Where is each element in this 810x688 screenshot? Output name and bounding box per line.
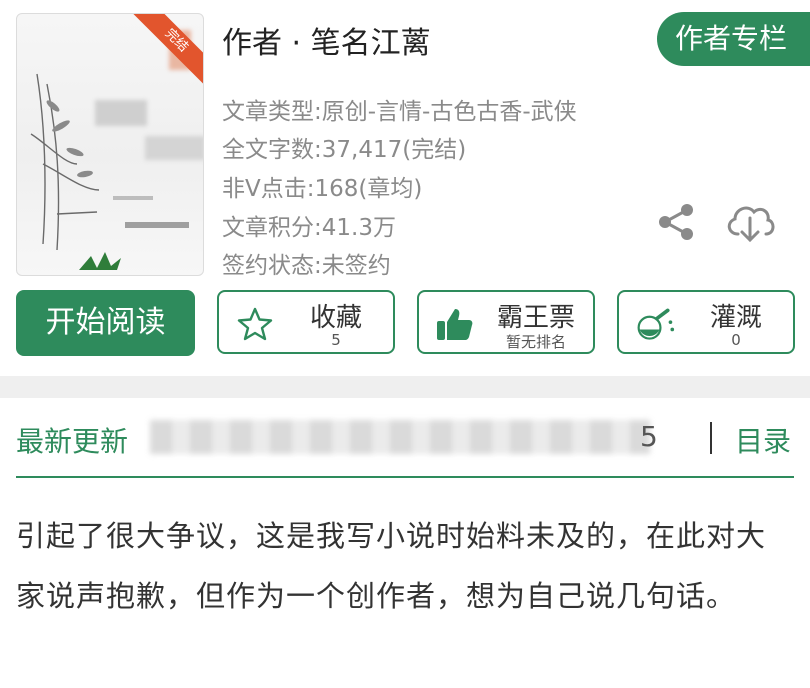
cloud-download-icon[interactable] xyxy=(724,200,776,244)
star-icon xyxy=(237,307,273,341)
water-button[interactable]: 灌溉 0 xyxy=(617,290,795,354)
meta-score: 文章积分:41.3万 xyxy=(222,215,396,241)
meta-genre: 文章类型:原创-言情-古色古香-武侠 xyxy=(222,99,577,125)
cover-blur-patch xyxy=(145,136,203,160)
share-icon[interactable] xyxy=(657,202,697,242)
synopsis-text: 引起了很大争议，这是我写小说时始料未及的，在此对大家说声抱歉，但作为一个创作者，… xyxy=(16,519,767,613)
favorite-button[interactable]: 收藏 5 xyxy=(217,290,395,354)
underline xyxy=(16,476,794,478)
favorite-count: 5 xyxy=(331,331,341,349)
ticket-button[interactable]: 霸王票 暂无排名 xyxy=(417,290,595,354)
meta-contract: 签约状态:未签约 xyxy=(222,253,391,279)
latest-chapter-title-redacted[interactable] xyxy=(150,420,650,454)
book-cover[interactable]: 完结 xyxy=(16,13,204,276)
ticket-label: 霸王票 xyxy=(496,303,575,333)
author-name[interactable]: 作者 · 笔名江蓠 xyxy=(222,18,431,62)
latest-update-bar[interactable]: 最新更新 5 目录 xyxy=(0,398,810,480)
book-info-panel: 完结 作者 · 笔名江蓠 作者专栏 文章类型:原创-言情-古色古香-武侠 全文字… xyxy=(0,0,810,376)
flask-icon xyxy=(637,308,675,340)
latest-update-label: 最新更新 xyxy=(16,425,129,458)
meta-word-count: 全文字数:37,417(完结) xyxy=(222,137,467,163)
water-count: 0 xyxy=(731,331,741,349)
thumbs-up-icon xyxy=(437,309,473,340)
favorite-label: 收藏 xyxy=(309,303,362,333)
start-reading-button[interactable]: 开始阅读 xyxy=(16,290,195,356)
author-column-button[interactable]: 作者专栏 xyxy=(657,12,810,66)
section-divider xyxy=(0,376,810,398)
meta-clicks: 非V点击:168(章均) xyxy=(222,176,423,202)
table-of-contents-link[interactable]: 目录 xyxy=(735,420,791,460)
water-label: 灌溉 xyxy=(709,303,762,333)
vertical-separator xyxy=(710,422,712,454)
ticket-rank: 暂无排名 xyxy=(505,333,566,351)
cover-blur-patch xyxy=(95,100,147,126)
latest-chapter-tail: 5 xyxy=(640,420,658,453)
